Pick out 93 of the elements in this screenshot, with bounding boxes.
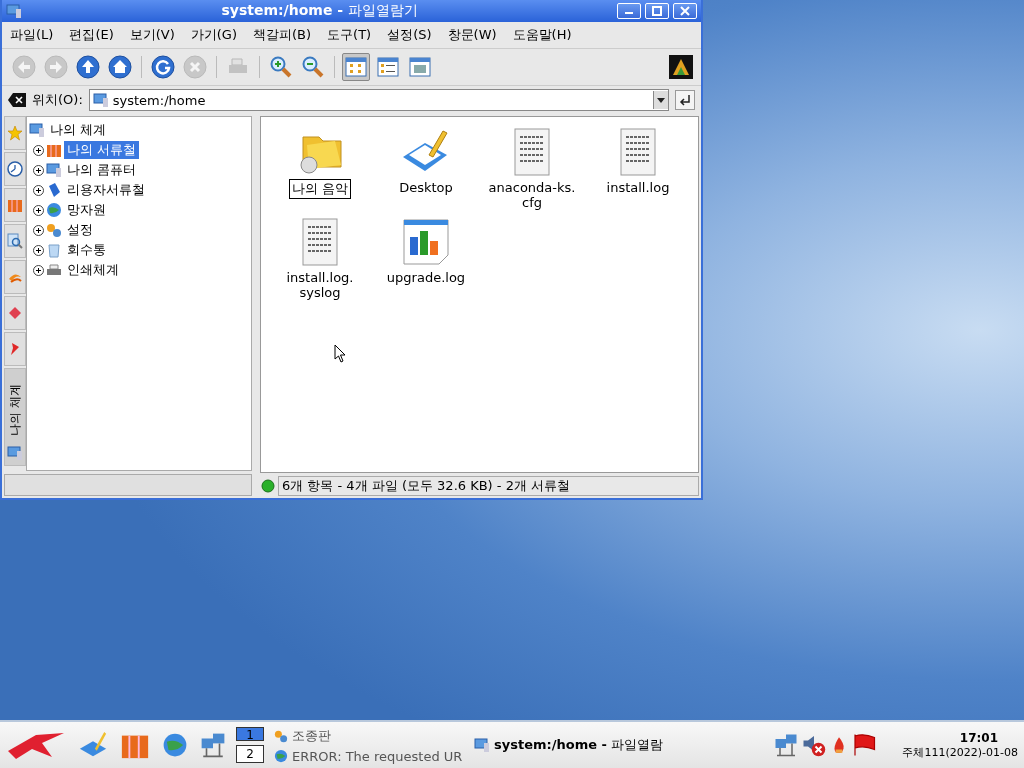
tree-item[interactable]: 회수통 <box>64 241 109 259</box>
file-name[interactable]: upgrade.log <box>383 269 469 286</box>
enter-arrow-icon <box>679 94 691 106</box>
dropdown-caret-icon <box>657 97 665 103</box>
speaker-muted-icon <box>802 733 826 757</box>
tree-item[interactable]: 리용자서류철 <box>64 181 148 199</box>
toolbar-button[interactable] <box>106 53 134 81</box>
window-title: system:/home - 파일열람기 <box>220 2 419 20</box>
status-light-icon <box>260 478 276 494</box>
box-icon <box>46 142 62 158</box>
zoom-out-icon <box>301 55 325 79</box>
sidebar-tab[interactable] <box>4 224 26 258</box>
computer-icon <box>6 3 22 19</box>
computer-icon <box>474 737 490 753</box>
tag-icon <box>7 305 23 321</box>
clock-date: 주체111(2022)-01-08 <box>902 744 1018 760</box>
menu-item[interactable]: 책갈피(B) <box>253 26 312 44</box>
tree-item[interactable]: 나의 체계 <box>47 121 110 139</box>
zoom-in-icon <box>269 55 293 79</box>
go-button[interactable] <box>675 90 695 110</box>
menu-item[interactable]: 파일(L) <box>10 26 54 44</box>
tree-item[interactable]: 설정 <box>64 221 96 239</box>
clock-icon <box>7 161 23 177</box>
mouse-pointer-icon <box>334 344 346 363</box>
toolbar-button[interactable] <box>74 53 102 81</box>
status-text: 6개 항목 - 4개 파일 (모두 32.6 KB) - 2개 서류철 <box>278 476 699 496</box>
expand-icon[interactable] <box>33 244 44 256</box>
menu-item[interactable]: 보기(V) <box>129 26 175 44</box>
file-name[interactable]: install.log. syslog <box>283 269 357 301</box>
minimize-button[interactable] <box>617 3 641 19</box>
throbber-logo-icon <box>669 55 693 79</box>
globe-icon <box>162 732 188 758</box>
toolbar-button[interactable] <box>342 53 370 81</box>
location-label: 위치(O): <box>32 91 83 109</box>
close-button[interactable] <box>673 3 697 19</box>
flag-icon <box>852 733 876 757</box>
computer-icon <box>92 92 109 108</box>
expand-icon[interactable] <box>33 264 44 276</box>
clock-time: 17:01 <box>959 730 998 745</box>
tree-item[interactable]: 나의 콤퓨터 <box>64 161 140 179</box>
close-icon <box>680 6 690 16</box>
image-view-icon <box>409 56 431 78</box>
stop-icon <box>183 55 207 79</box>
expand-icon[interactable] <box>33 204 44 216</box>
icon-view-icon <box>345 56 367 78</box>
expand-icon[interactable] <box>33 224 44 236</box>
sidebar-tab[interactable] <box>4 296 26 330</box>
home-icon <box>108 55 132 79</box>
chart-file-icon <box>401 217 451 267</box>
tree-item[interactable]: 나의 서류철 <box>64 141 140 159</box>
menu-item[interactable]: 창문(W) <box>447 26 497 44</box>
list-view-icon <box>377 56 399 78</box>
tree-item[interactable]: 인쇄체계 <box>64 261 122 279</box>
active-taskbar-task[interactable]: system:/home - 파일열람 <box>474 736 674 754</box>
globe-icon <box>274 749 288 763</box>
star-icon <box>7 125 23 141</box>
location-field[interactable]: system:/home <box>88 89 669 111</box>
menu-item[interactable]: 도구(T) <box>327 26 372 44</box>
reload-icon <box>151 55 175 79</box>
trash-icon <box>46 242 62 258</box>
clear-location-icon[interactable] <box>8 93 26 107</box>
menu-item[interactable]: 편집(E) <box>69 26 114 44</box>
book-icon <box>46 182 62 198</box>
computer-icon <box>7 445 23 461</box>
computer-icon <box>46 162 62 178</box>
toolbar-button[interactable] <box>149 53 177 81</box>
printer-icon <box>46 262 62 278</box>
globe-icon <box>46 202 62 218</box>
sidebar-tab[interactable] <box>4 152 26 186</box>
sidebar-tab[interactable] <box>4 332 26 366</box>
box-icon <box>7 197 23 213</box>
file-name[interactable]: install.log <box>603 179 673 196</box>
taskbar-task[interactable]: ERROR: The requested UR <box>274 748 464 764</box>
menu-item[interactable]: 설정(S) <box>387 26 432 44</box>
network-icon <box>200 732 226 758</box>
network-icon <box>774 733 798 757</box>
desktop-pager-button[interactable]: 1 <box>236 727 264 741</box>
computer-icon <box>29 122 45 138</box>
sidebar-tab[interactable]: 나의 체계 <box>4 368 26 466</box>
maximize-icon <box>652 6 662 16</box>
desktop-pager-button[interactable]: 2 <box>236 745 264 763</box>
file-name[interactable]: Desktop <box>396 179 456 196</box>
magnifier-icon <box>7 233 23 249</box>
maximize-button[interactable] <box>645 3 669 19</box>
expand-icon[interactable] <box>33 184 44 196</box>
expand-icon[interactable] <box>33 164 44 176</box>
menu-item[interactable]: 가기(G) <box>190 26 237 44</box>
file-name[interactable]: anaconda-ks. cfg <box>485 179 579 211</box>
menu-item[interactable]: 도움말(H) <box>512 26 572 44</box>
file-name[interactable]: 나의 음악 <box>288 179 352 199</box>
taskbar-task[interactable]: 조종판 <box>274 726 464 745</box>
tree-item[interactable]: 망자원 <box>64 201 109 219</box>
expand-icon[interactable] <box>33 144 44 156</box>
